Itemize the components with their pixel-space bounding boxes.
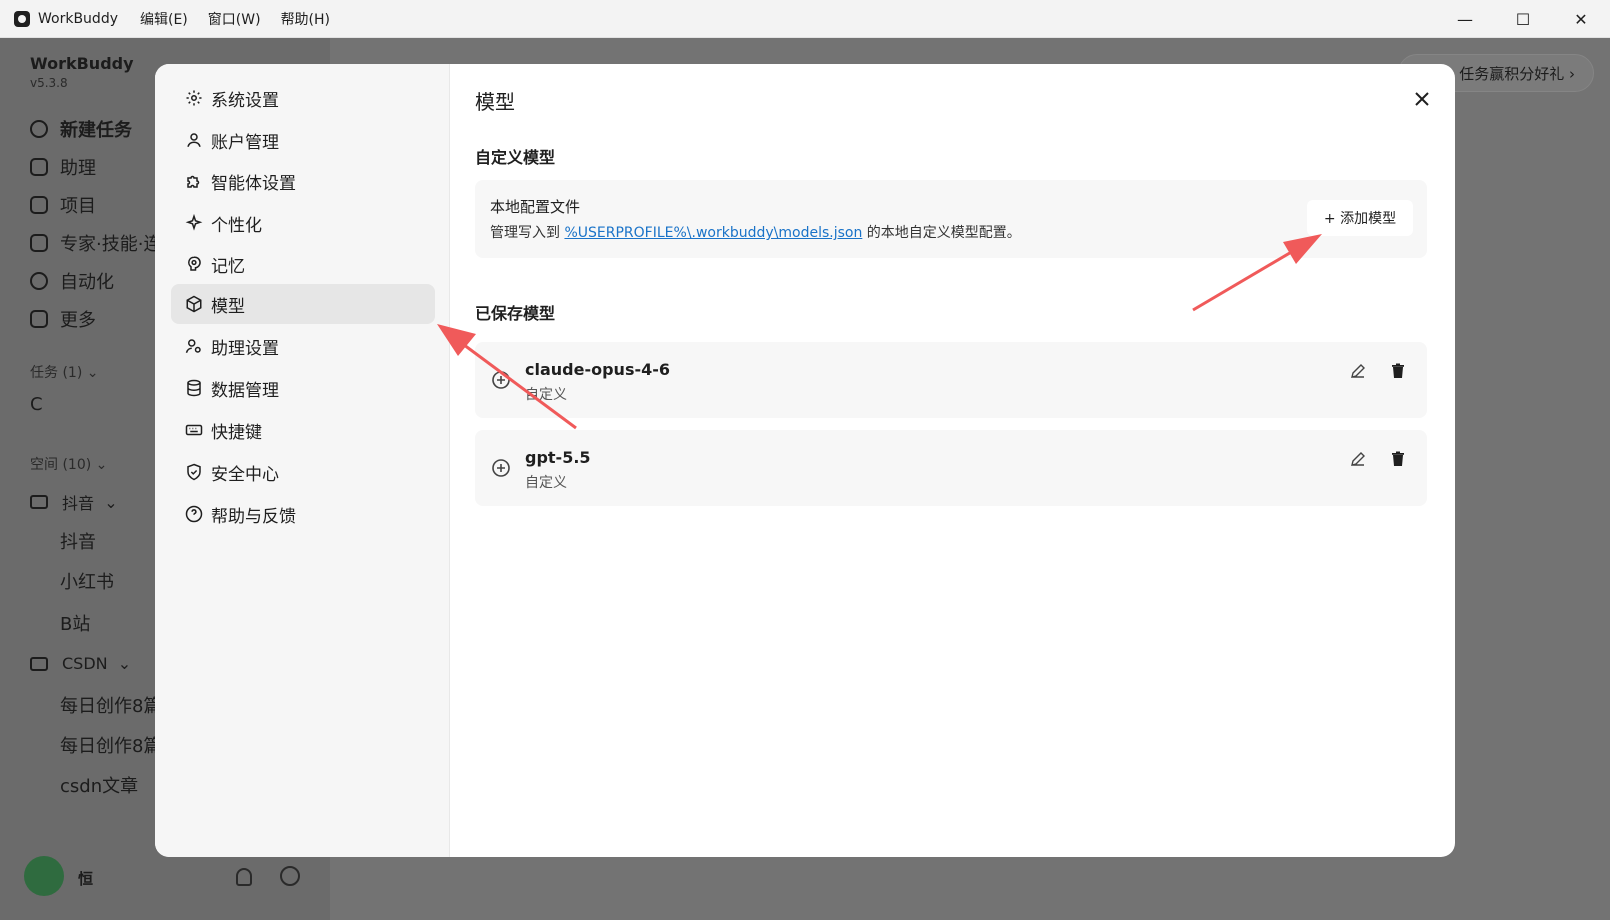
settings-nav: 系统设置 账户管理 智能体设置 个性化 记忆 模型 助理设置 数据管理 快捷键 …	[155, 64, 450, 857]
nav-shortcuts[interactable]: 快捷键	[171, 410, 435, 450]
model-row[interactable]: gpt-5.5 自定义	[475, 430, 1427, 506]
settings-modal: 系统设置 账户管理 智能体设置 个性化 记忆 模型 助理设置 数据管理 快捷键 …	[155, 64, 1455, 857]
assistant-icon	[30, 158, 48, 176]
custom-models-heading: 自定义模型	[475, 148, 556, 167]
keyboard-icon	[185, 421, 203, 439]
edit-icon[interactable]	[1349, 450, 1367, 468]
config-path-link[interactable]: %USERPROFILE%\.workbuddy\models.json	[564, 225, 862, 241]
page-title: 模型	[475, 90, 515, 114]
alarm-icon	[30, 272, 48, 290]
plus-circle-icon[interactable]	[491, 458, 511, 478]
project-item[interactable]: 项目	[30, 192, 96, 218]
close-icon	[1415, 92, 1429, 106]
cube-icon	[185, 295, 203, 313]
model-tag: 自定义	[525, 475, 567, 491]
automation-item[interactable]: 自动化	[30, 268, 114, 294]
local-config-card: 本地配置文件 管理写入到 %USERPROFILE%\.workbuddy\mo…	[475, 180, 1427, 258]
folder-icon	[30, 495, 48, 509]
space-item[interactable]: 抖音	[60, 528, 96, 554]
saved-models-heading: 已保存模型	[475, 304, 556, 323]
menu-window[interactable]: 窗口(W)	[208, 9, 261, 29]
user-icon	[185, 131, 203, 149]
grid-icon	[30, 310, 48, 328]
modal-close-button[interactable]	[1407, 84, 1437, 114]
space-item[interactable]: 小红书	[60, 568, 114, 594]
new-task-item[interactable]: 新建任务	[30, 116, 132, 142]
model-name: claude-opus-4-6	[525, 360, 671, 379]
app-title: WorkBuddy	[38, 10, 118, 27]
brand-name: WorkBuddy	[30, 54, 134, 73]
model-settings-content: 模型 自定义模型 本地配置文件 管理写入到 %USERPROFILE%\.wor…	[475, 64, 1435, 857]
database-icon	[185, 379, 203, 397]
nav-personalization[interactable]: 个性化	[171, 203, 435, 243]
experts-item[interactable]: 专家·技能·连	[30, 230, 161, 256]
folder-icon	[30, 656, 48, 671]
puzzle-icon	[185, 172, 203, 190]
spaces-section-header[interactable]: 空间 (10) ⌄	[30, 454, 107, 474]
help-icon	[185, 505, 203, 523]
space-item[interactable]: B站	[60, 610, 90, 636]
more-item[interactable]: 更多	[30, 306, 96, 332]
nav-memory[interactable]: 记忆	[171, 244, 435, 284]
nav-security[interactable]: 安全中心	[171, 452, 435, 492]
task-item[interactable]: C	[30, 394, 43, 415]
nav-assistant-settings[interactable]: 助理设置	[171, 326, 435, 366]
sparkle-icon	[185, 214, 203, 232]
bell-icon[interactable]	[236, 868, 252, 886]
maximize-button[interactable]: ☐	[1494, 0, 1552, 38]
space-item[interactable]: csdn文章	[60, 772, 138, 798]
title-bar: WorkBuddy 编辑(E) 窗口(W) 帮助(H) — ☐ ✕	[0, 0, 1610, 38]
window-close-button[interactable]: ✕	[1552, 0, 1610, 38]
model-name: gpt-5.5	[525, 448, 591, 467]
avatar[interactable]	[24, 856, 64, 896]
folder-douyin[interactable]: 抖音 ⌄	[30, 490, 118, 514]
nav-model[interactable]: 模型	[171, 284, 435, 324]
trash-icon[interactable]	[1389, 450, 1407, 468]
app-logo-icon	[14, 10, 30, 27]
brain-icon	[185, 255, 203, 273]
trash-icon[interactable]	[1389, 362, 1407, 380]
nav-system-settings[interactable]: 系统设置	[171, 78, 435, 118]
user-gear-icon	[185, 337, 203, 355]
gear-icon	[185, 89, 203, 107]
app-version: v5.3.8	[30, 76, 68, 90]
add-model-button[interactable]: + 添加模型	[1307, 200, 1413, 236]
config-title: 本地配置文件	[490, 198, 581, 216]
plus-circle-icon[interactable]	[491, 370, 511, 390]
minimize-button[interactable]: —	[1436, 0, 1494, 38]
edit-icon[interactable]	[1349, 362, 1367, 380]
link-icon[interactable]	[280, 866, 300, 886]
nav-help-feedback[interactable]: 帮助与反馈	[171, 494, 435, 534]
model-row[interactable]: claude-opus-4-6 自定义	[475, 342, 1427, 418]
experts-icon	[30, 234, 48, 252]
folder-csdn[interactable]: CSDN ⌄	[30, 654, 131, 673]
plus-circle-icon	[30, 120, 48, 138]
space-item[interactable]: 每日创作8篇	[60, 732, 161, 758]
menu-help[interactable]: 帮助(H)	[281, 9, 330, 29]
model-tag: 自定义	[525, 387, 567, 403]
nav-account[interactable]: 账户管理	[171, 120, 435, 160]
menu-edit[interactable]: 编辑(E)	[140, 9, 188, 29]
assistant-item[interactable]: 助理	[30, 154, 96, 180]
user-name: 恒	[78, 870, 94, 888]
config-description: 管理写入到 %USERPROFILE%\.workbuddy\models.js…	[490, 225, 1021, 241]
nav-data-management[interactable]: 数据管理	[171, 368, 435, 408]
nav-agent-settings[interactable]: 智能体设置	[171, 161, 435, 201]
window-controls: — ☐ ✕	[1436, 0, 1610, 38]
project-icon	[30, 196, 48, 214]
shield-icon	[185, 463, 203, 481]
space-item[interactable]: 每日创作8篇	[60, 692, 161, 718]
tasks-section-header[interactable]: 任务 (1) ⌄	[30, 362, 98, 382]
